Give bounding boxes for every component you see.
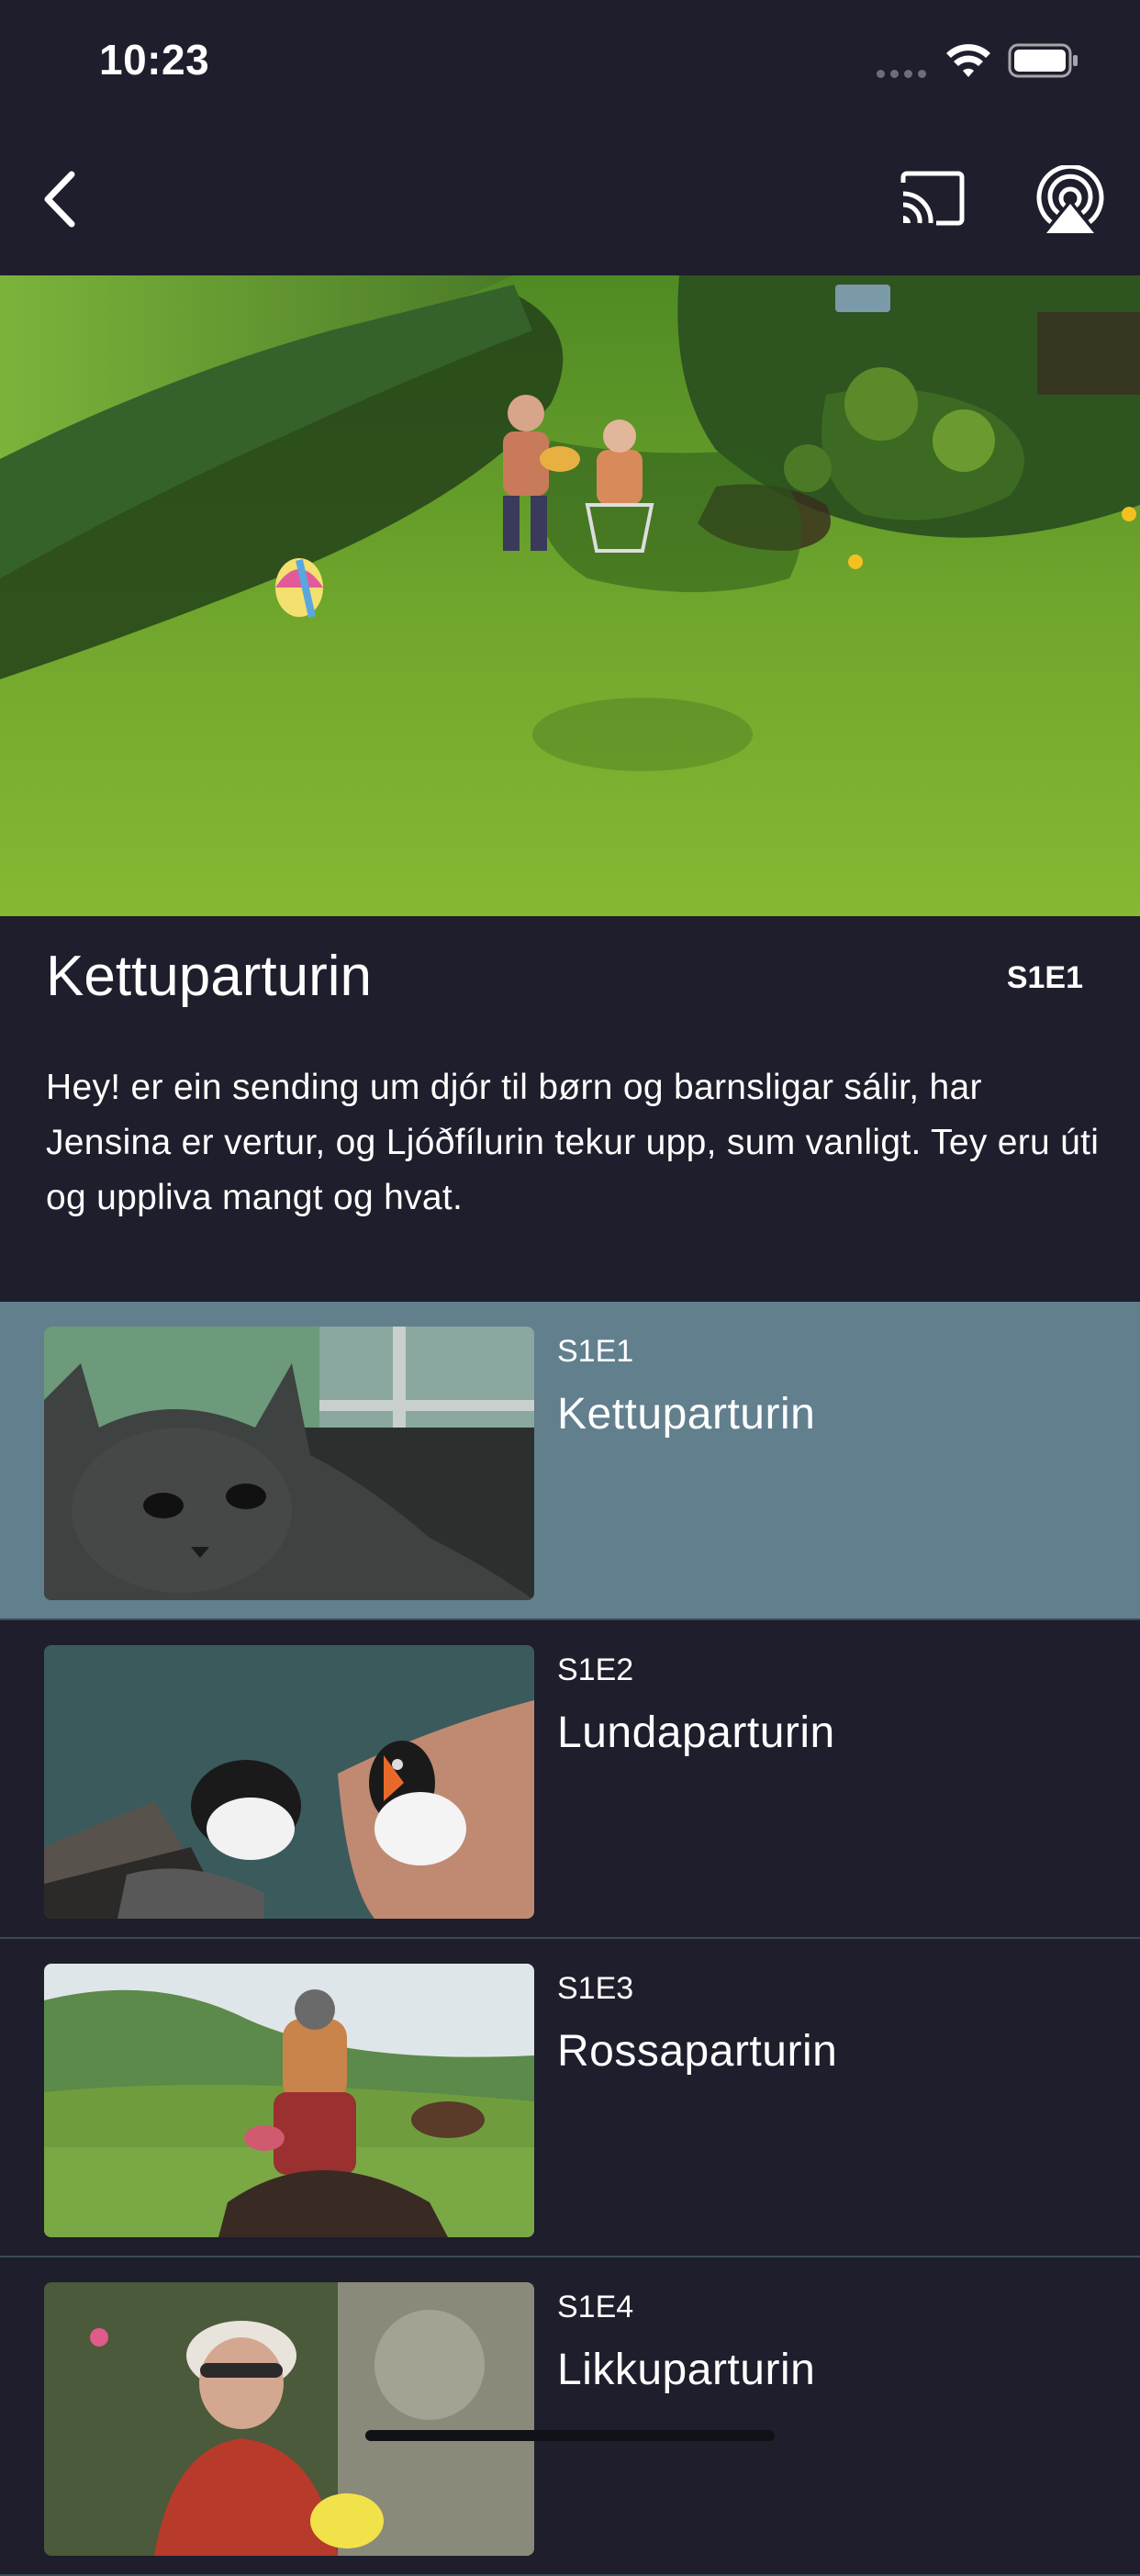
episode-thumbnail xyxy=(44,2282,534,2556)
airplay-icon xyxy=(1036,165,1104,233)
episode-row-title: Kettuparturin xyxy=(557,1390,816,1439)
episode-row-title: Lundaparturin xyxy=(557,1708,835,1757)
episode-row-title: Rossaparturin xyxy=(557,2027,838,2076)
episode-thumbnail xyxy=(44,1645,534,1919)
cellular-signal-icon xyxy=(877,70,926,78)
episode-row-title: Likkuparturin xyxy=(557,2346,816,2394)
chevron-left-icon xyxy=(44,171,75,228)
episode-title: Kettuparturin xyxy=(46,945,372,1008)
episode-thumbnail xyxy=(44,1964,534,2237)
list-item[interactable]: S1E3 Rossaparturin xyxy=(0,1939,1140,2257)
wifi-icon xyxy=(946,44,990,77)
list-item[interactable]: S1E4 Likkuparturin xyxy=(0,2257,1140,2576)
battery-icon xyxy=(1008,43,1078,78)
episode-code: S1E1 xyxy=(1006,960,1083,995)
back-button[interactable] xyxy=(37,167,83,231)
status-time: 10:23 xyxy=(99,36,210,84)
episode-row-code: S1E3 xyxy=(557,1971,634,2006)
episode-list: S1E1 Kettuparturin S1E2 Lundaparturin S1… xyxy=(0,1302,1140,2576)
list-item[interactable]: S1E1 Kettuparturin xyxy=(0,1302,1140,1620)
video-still-image xyxy=(0,275,1140,916)
nav-bar xyxy=(0,119,1140,275)
home-indicator xyxy=(365,2430,775,2441)
episode-row-code: S1E2 xyxy=(557,1652,634,1687)
cast-icon xyxy=(900,171,965,226)
airplay-button[interactable] xyxy=(1034,165,1107,233)
episode-description: Hey! er ein sending um djór til børn og … xyxy=(46,1068,1100,1217)
video-player[interactable] xyxy=(0,275,1140,916)
cast-button[interactable] xyxy=(898,170,967,227)
status-bar: 10:23 xyxy=(0,0,1140,119)
episode-row-code: S1E4 xyxy=(557,2290,634,2324)
list-item[interactable]: S1E2 Lundaparturin xyxy=(0,1620,1140,1939)
episode-row-code: S1E1 xyxy=(557,1334,634,1369)
episode-thumbnail xyxy=(44,1327,534,1600)
